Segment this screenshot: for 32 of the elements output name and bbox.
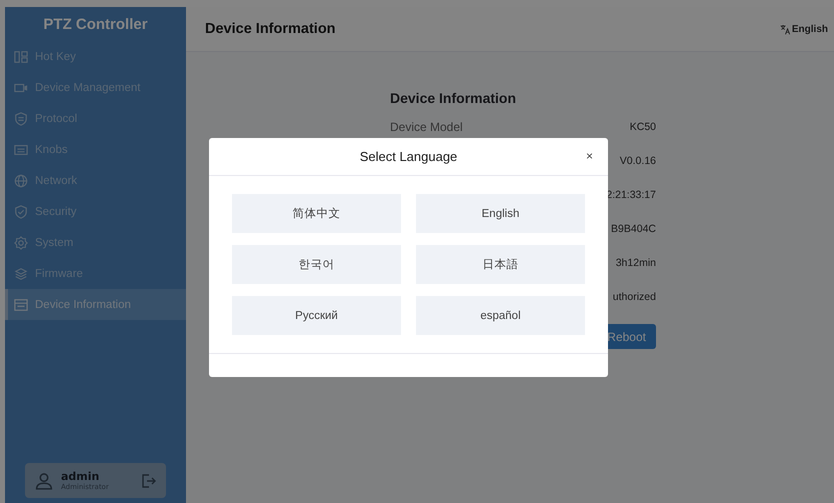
shield-check-icon [14, 204, 28, 218]
field-value: B9B404C [611, 222, 656, 237]
grid-icon [14, 50, 28, 64]
layers-icon [14, 266, 28, 280]
shield-icon [14, 112, 28, 126]
user-icon [35, 472, 53, 490]
field-value: 3h12min [616, 256, 656, 271]
panel-icon [14, 142, 28, 156]
translate-icon [780, 24, 791, 34]
globe-icon [14, 174, 28, 188]
language-button[interactable]: English [778, 22, 830, 36]
field-value: uthorized [612, 290, 656, 305]
page-title: Device Information [205, 21, 336, 37]
language-option[interactable]: 日本語 [416, 245, 585, 284]
field-value: 2:21:33:17 [606, 188, 656, 203]
close-button[interactable]: × [582, 149, 596, 163]
language-option[interactable]: 한국어 [232, 245, 401, 284]
settings-icon [14, 236, 28, 250]
field-value: KC50 [630, 120, 656, 135]
card-icon [14, 298, 28, 312]
language-option[interactable]: español [416, 296, 585, 335]
language-option[interactable]: 简体中文 [232, 194, 401, 233]
app-title: PTZ Controller [42, 15, 149, 35]
language-option[interactable]: English [416, 194, 585, 233]
user-name: admin [61, 470, 100, 483]
language-option[interactable]: Русский [232, 296, 401, 335]
section-title: Device Information [390, 90, 518, 106]
logout-icon[interactable] [140, 472, 156, 488]
dialog-title: Select Language [360, 149, 458, 164]
sidebar-item[interactable]: Device Information [5, 289, 186, 320]
field-value: V0.0.16 [620, 154, 656, 169]
field-label: Device Model [390, 120, 463, 136]
